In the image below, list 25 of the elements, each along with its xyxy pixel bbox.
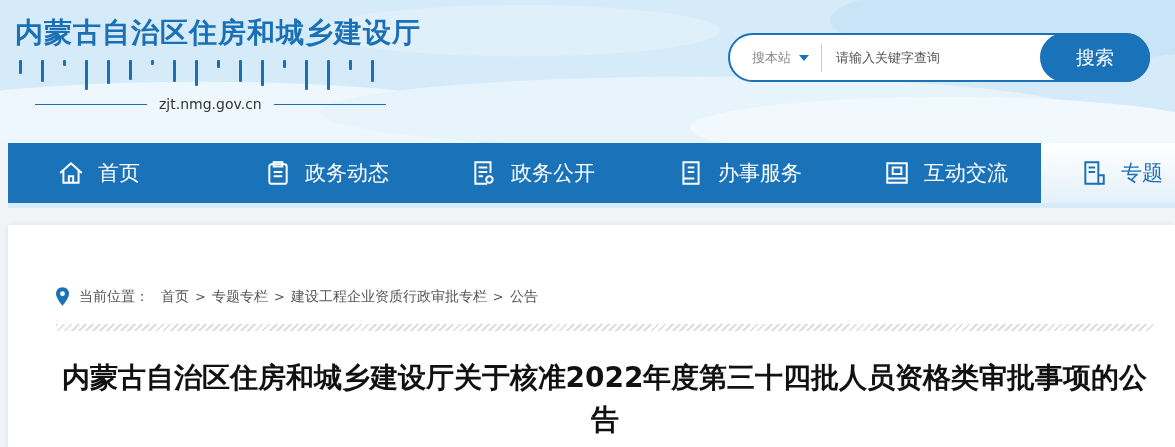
nav-tab[interactable]: 首页 [8,143,215,203]
breadcrumb-separator: > [195,289,206,304]
article-title: 内蒙古自治区住房和城乡建设厅关于核准2022年度第三十四批人员资格类审批事项的公告 [60,360,1149,438]
breadcrumb-link[interactable]: 建设工程企业资质行政审批专栏 [290,287,487,306]
location-pin-icon [56,287,69,306]
scope-dropdown[interactable]: 搜本站 [752,48,809,67]
site-domain: zjt.nmg.gov.cn [159,96,262,112]
breadcrumb-link[interactable]: 专题专栏 [211,287,268,306]
breadcrumb-separator: > [492,289,504,304]
breadcrumb-link[interactable]: 首页 [161,287,189,306]
search-button[interactable]: 搜索 [1040,33,1150,82]
nav-tab[interactable]: 政务动态 [214,143,421,203]
nav-tab[interactable]: 专题 [1040,143,1175,203]
document-icon [471,160,497,186]
breadcrumb-separator: > [273,289,285,304]
breadcrumb-label: 当前位置： [79,287,149,306]
house-icon [58,160,84,186]
nav-tab[interactable]: 办事服务 [627,143,834,203]
site-title: 内蒙古自治区住房和城乡建设厅 [15,15,421,51]
nav-tab[interactable]: 政务公开 [421,143,628,203]
nav-tab[interactable]: 互动交流 [834,143,1041,203]
caret-icon [799,54,809,61]
book-icon [884,160,910,186]
breadcrumb-link[interactable]: 公告 [509,287,538,306]
search-field[interactable]: 搜本站 请输入关键字查询 搜索 [728,33,1150,82]
